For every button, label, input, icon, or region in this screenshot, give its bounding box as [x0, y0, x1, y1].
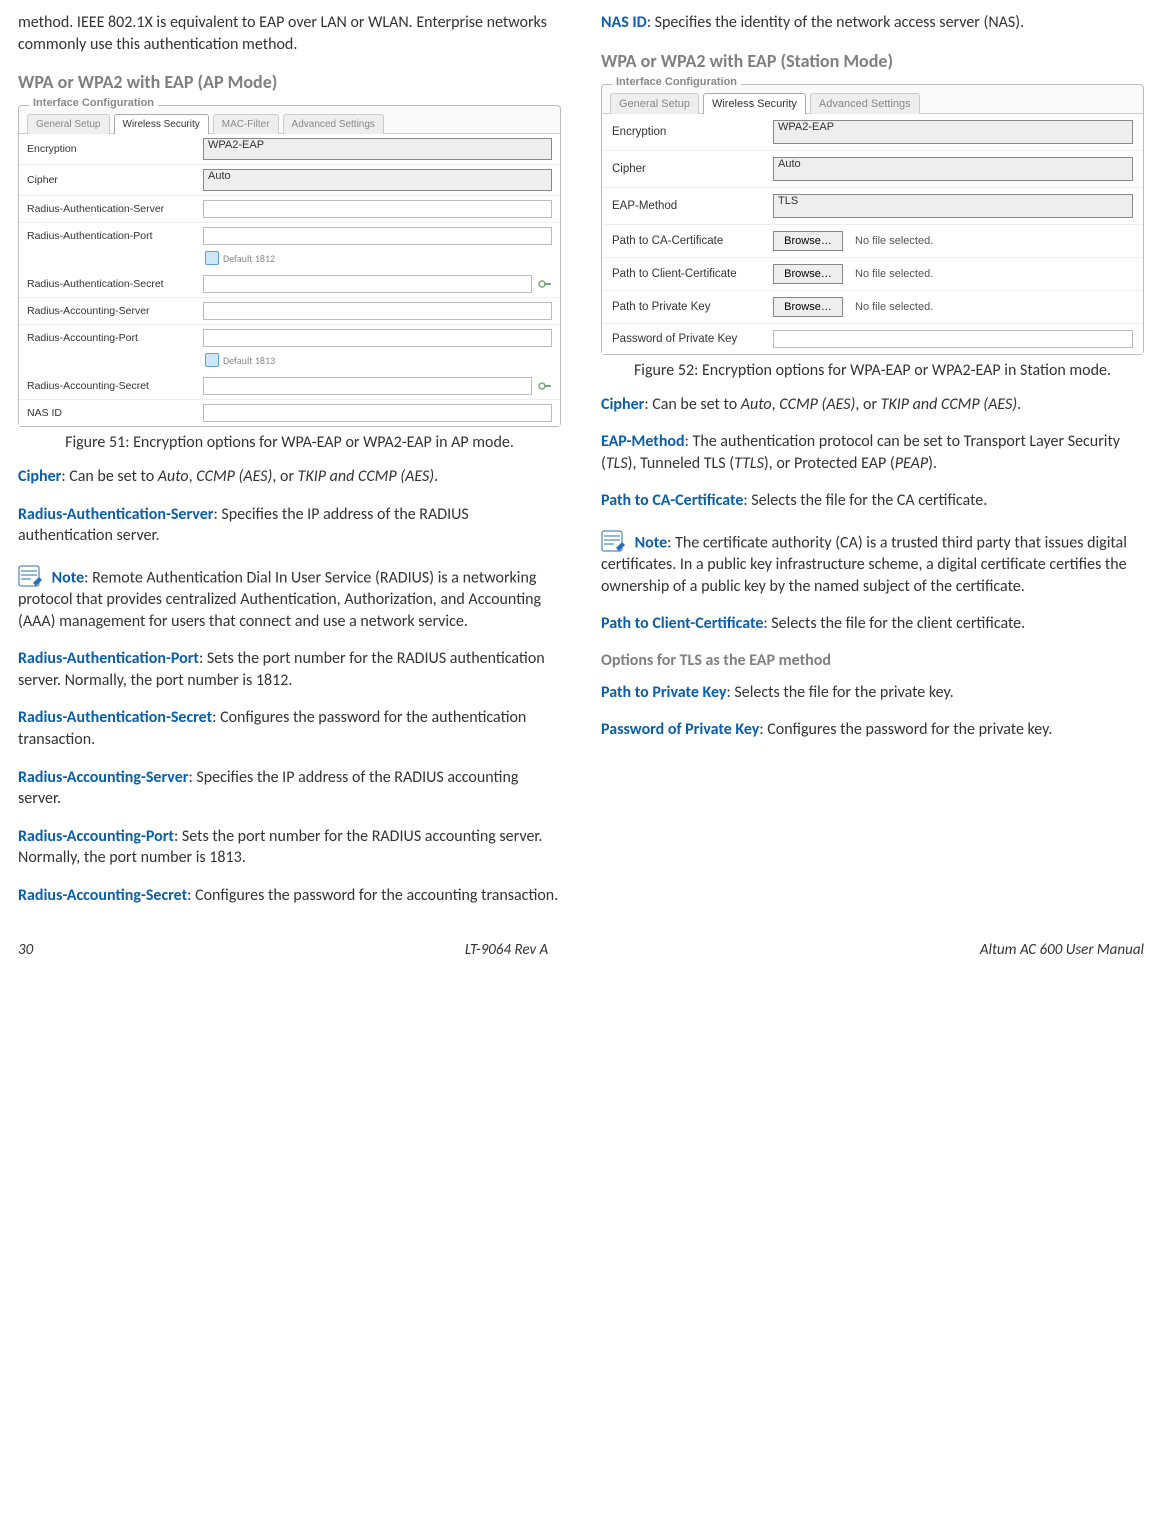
footer-center: LT-9064 Rev A [465, 941, 548, 959]
row-label: Path to CA-Certificate [612, 235, 767, 247]
section-heading-station-mode: WPA or WPA2 with EAP (Station Mode) [601, 50, 1144, 72]
nas-id-definition: NAS ID: Specifies the identity of the ne… [601, 12, 1144, 34]
cipher-select[interactable]: Auto [203, 169, 552, 191]
file-status: No file selected. [855, 268, 933, 280]
page-footer: 30 LT-9064 Rev A Altum AC 600 User Manua… [18, 941, 1144, 959]
eap-method-select[interactable]: TLS [773, 194, 1133, 218]
row-label: Cipher [612, 163, 767, 175]
radius-auth-port-definition: Radius-Authentication-Port: Sets the por… [18, 648, 561, 691]
row-label: Cipher [27, 174, 197, 186]
radius-acct-server-input[interactable] [203, 302, 552, 320]
row-label: Radius-Accounting-Secret [27, 380, 197, 392]
row-label: NAS ID [27, 407, 197, 419]
tab-wireless-security[interactable]: Wireless Security [703, 93, 806, 114]
encryption-select[interactable]: WPA2-EAP [773, 120, 1133, 144]
sub-heading-tls-options: Options for TLS as the EAP method [601, 651, 1144, 670]
tab-general-setup[interactable]: General Setup [27, 114, 110, 134]
cipher-definition: Cipher: Can be set to Auto, CCMP (AES), … [601, 394, 1144, 416]
radius-auth-secret-input[interactable] [203, 275, 532, 293]
encryption-select[interactable]: WPA2-EAP [203, 138, 552, 160]
browse-client-cert-button[interactable]: Browse… [773, 264, 843, 284]
radius-acct-secret-definition: Radius-Accounting-Secret: Configures the… [18, 885, 561, 907]
tab-advanced-settings[interactable]: Advanced Settings [810, 93, 920, 114]
row-label: Radius-Authentication-Port [27, 230, 197, 242]
note-paragraph: Note: Remote Authentication Dial In User… [18, 563, 561, 632]
radius-auth-secret-definition: Radius-Authentication-Secret: Configures… [18, 707, 561, 750]
row-label: Password of Private Key [612, 333, 767, 345]
row-label: Path to Client-Certificate [612, 268, 767, 280]
row-label: Radius-Accounting-Port [27, 332, 197, 344]
radius-acct-secret-input[interactable] [203, 377, 532, 395]
paragraph: method. IEEE 802.1X is equivalent to EAP… [18, 12, 561, 55]
browse-private-key-button[interactable]: Browse… [773, 297, 843, 317]
eap-method-definition: EAP-Method: The authentication protocol … [601, 431, 1144, 474]
footer-right: Altum AC 600 User Manual [980, 941, 1144, 959]
row-label: Path to Private Key [612, 301, 767, 313]
note-icon [601, 528, 627, 554]
cipher-select[interactable]: Auto [773, 157, 1133, 181]
browse-ca-cert-button[interactable]: Browse… [773, 231, 843, 251]
nas-id-input[interactable] [203, 404, 552, 422]
radius-auth-server-input[interactable] [203, 200, 552, 218]
info-icon [205, 353, 219, 367]
key-icon [538, 381, 552, 391]
radius-acct-port-input[interactable] [203, 329, 552, 347]
key-icon [538, 279, 552, 289]
tab-wireless-security[interactable]: Wireless Security [114, 114, 209, 134]
row-label: EAP-Method [612, 200, 767, 212]
tab-mac-filter[interactable]: MAC-Filter [213, 114, 279, 134]
section-heading-ap-mode: WPA or WPA2 with EAP (AP Mode) [18, 71, 561, 93]
radius-auth-server-definition: Radius-Authentication-Server: Specifies … [18, 504, 561, 547]
note-icon [18, 563, 44, 589]
figure-52-panel: Interface Configuration General Setup Wi… [601, 84, 1144, 355]
tab-general-setup[interactable]: General Setup [610, 93, 699, 114]
file-status: No file selected. [855, 235, 933, 247]
private-key-password-definition: Password of Private Key: Configures the … [601, 719, 1144, 741]
private-key-definition: Path to Private Key: Selects the file fo… [601, 682, 1144, 704]
hint-text: Default 1812 [223, 252, 275, 265]
file-status: No file selected. [855, 301, 933, 313]
tab-advanced-settings[interactable]: Advanced Settings [283, 114, 384, 134]
hint-text: Default 1813 [223, 354, 275, 367]
ca-cert-definition: Path to CA-Certificate: Selects the file… [601, 490, 1144, 512]
cipher-definition: Cipher: Can be set to Auto, CCMP (AES), … [18, 466, 561, 488]
fieldset-legend: Interface Configuration [29, 97, 158, 109]
info-icon [205, 251, 219, 265]
row-label: Radius-Authentication-Secret [27, 278, 197, 290]
row-label: Radius-Accounting-Server [27, 305, 197, 317]
radius-acct-server-definition: Radius-Accounting-Server: Specifies the … [18, 767, 561, 810]
note-paragraph: Note: The certificate authority (CA) is … [601, 528, 1144, 597]
fieldset-legend: Interface Configuration [612, 76, 741, 88]
row-label: Radius-Authentication-Server [27, 203, 197, 215]
figure-51-caption: Figure 51: Encryption options for WPA-EA… [18, 433, 561, 452]
client-cert-definition: Path to Client-Certificate: Selects the … [601, 613, 1144, 635]
figure-52-caption: Figure 52: Encryption options for WPA-EA… [601, 361, 1144, 380]
private-key-password-input[interactable] [773, 330, 1133, 348]
row-label: Encryption [27, 143, 197, 155]
radius-acct-port-definition: Radius-Accounting-Port: Sets the port nu… [18, 826, 561, 869]
page-number: 30 [18, 941, 33, 959]
radius-auth-port-input[interactable] [203, 227, 552, 245]
row-label: Encryption [612, 126, 767, 138]
figure-51-panel: Interface Configuration General Setup Wi… [18, 105, 561, 427]
